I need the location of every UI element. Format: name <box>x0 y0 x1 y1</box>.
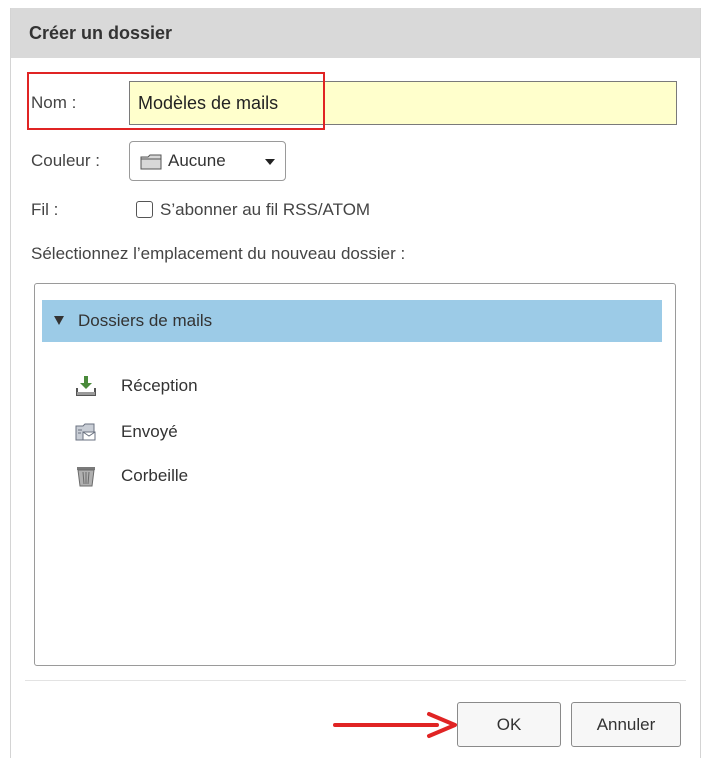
folder-name-input[interactable] <box>129 81 677 125</box>
rss-subscribe-checkbox[interactable] <box>136 201 153 218</box>
folder-location-tree: Dossiers de mails Réception Envoyé Corbe… <box>34 283 676 666</box>
color-dropdown-value: Aucune <box>168 151 226 170</box>
sent-folder-icon <box>75 423 96 441</box>
tree-item-mail-folders[interactable]: Dossiers de mails <box>42 300 662 342</box>
inbox-download-icon <box>76 376 96 396</box>
trash-icon <box>77 467 95 487</box>
ok-button[interactable]: OK <box>457 702 561 747</box>
dialog-titlebar: Créer un dossier <box>11 8 700 58</box>
dialog-title: Créer un dossier <box>29 23 173 43</box>
rss-subscribe-label[interactable]: S’abonner au fil RSS/ATOM <box>160 200 370 220</box>
tree-item-label: Réception <box>121 376 198 395</box>
feed-label: Fil : <box>31 200 59 219</box>
tree-item-label: Corbeille <box>121 466 189 485</box>
tree-root-label: Dossiers de mails <box>78 311 213 330</box>
chevron-down-icon <box>265 159 275 165</box>
expand-triangle-icon[interactable] <box>54 316 64 325</box>
color-dropdown[interactable]: Aucune <box>129 141 286 181</box>
tree-item-sent[interactable]: Envoyé <box>65 415 465 451</box>
cancel-button[interactable]: Annuler <box>571 702 681 747</box>
tree-item-trash[interactable]: Corbeille <box>65 459 465 495</box>
annotation-arrow-icon <box>333 712 457 738</box>
location-prompt: Sélectionnez l’emplacement du nouveau do… <box>31 244 406 263</box>
name-label: Nom : <box>31 93 77 112</box>
tree-item-label: Envoyé <box>121 422 178 441</box>
footer-divider <box>25 680 686 681</box>
color-label: Couleur : <box>31 151 100 170</box>
create-folder-dialog: Créer un dossier Nom : Couleur : Aucune … <box>10 8 701 758</box>
tree-item-inbox[interactable]: Réception <box>65 369 465 405</box>
folder-icon <box>140 154 162 170</box>
